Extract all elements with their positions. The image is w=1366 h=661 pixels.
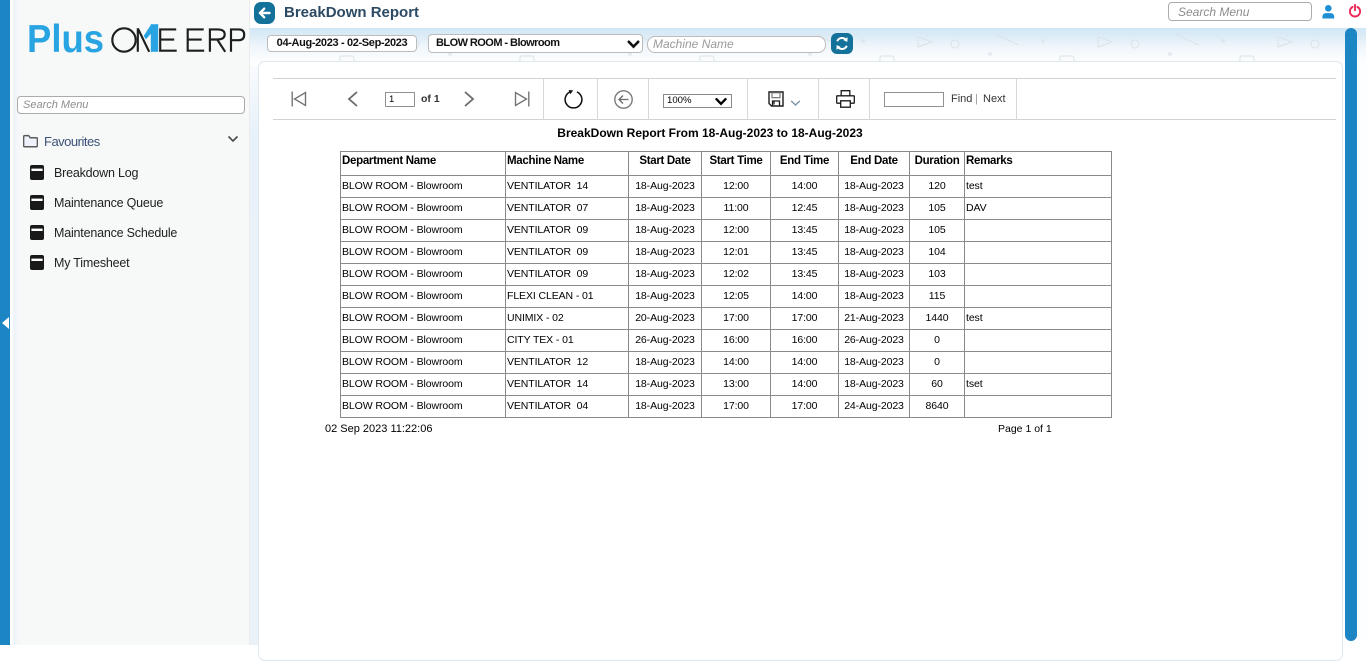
svg-text:Plus: Plus xyxy=(27,22,104,55)
